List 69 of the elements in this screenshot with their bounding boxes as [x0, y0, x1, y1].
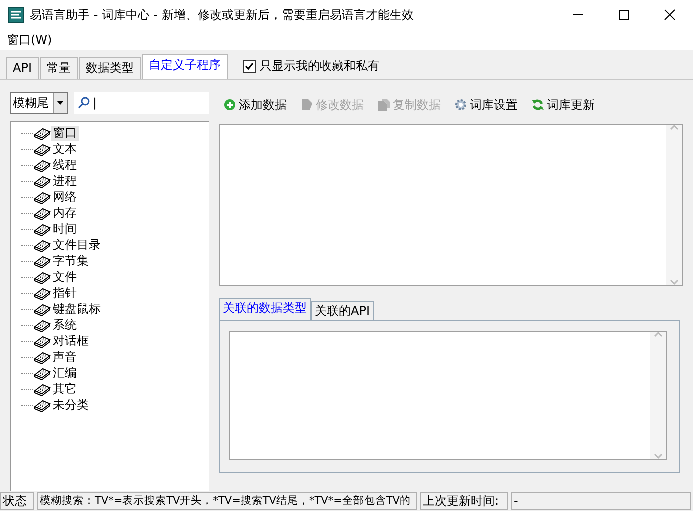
search-field[interactable]: |: [74, 92, 209, 114]
tree-item[interactable]: 线程: [51, 158, 79, 172]
tab[interactable]: 常量: [40, 57, 78, 79]
mode-dropdown[interactable]: 模糊尾: [10, 92, 68, 114]
toolbar-button[interactable]: 词库更新: [532, 96, 595, 114]
tree-item[interactable]: 文件: [51, 270, 79, 284]
toolbar-button[interactable]: 词库设置: [455, 96, 518, 114]
book-stack-icon: [33, 174, 51, 188]
tab[interactable]: 自定义子程序: [142, 54, 228, 79]
tab[interactable]: 关联的API: [311, 301, 374, 320]
refresh-icon: [532, 99, 544, 111]
tree-item[interactable]: 文件目录: [51, 238, 103, 252]
tree-item[interactable]: 时间: [51, 222, 79, 236]
checkbox-label: 只显示我的收藏和私有: [260, 58, 380, 75]
close-icon: [664, 9, 676, 21]
tree-item[interactable]: 键盘鼠标: [51, 302, 103, 316]
book-stack-icon: [33, 350, 51, 364]
tab[interactable]: 数据类型: [78, 57, 141, 79]
book-stack-icon: [33, 254, 51, 268]
book-stack-icon: [33, 334, 51, 348]
tree-item[interactable]: 对话框: [51, 334, 91, 348]
scroll-up-icon: [654, 332, 662, 337]
book-stack-icon: [33, 238, 51, 252]
scroll-down-icon: [670, 280, 678, 285]
book-stack-icon: [33, 206, 51, 220]
toolbar-button[interactable]: 添加数据: [224, 96, 287, 114]
book-stack-icon: [33, 142, 51, 156]
menu-item[interactable]: 窗口(W): [4, 31, 56, 49]
book-stack-icon: [33, 190, 51, 204]
tree-item[interactable]: 窗口: [51, 126, 79, 140]
tab[interactable]: 关联的数据类型: [219, 298, 311, 320]
tree-item[interactable]: 指针: [51, 286, 79, 300]
tree-item[interactable]: 文本: [51, 142, 79, 156]
search-icon: [78, 97, 90, 109]
book-stack-icon: [33, 398, 51, 412]
book-stack-icon: [33, 126, 51, 140]
window-title: 易语言助手 - 词库中心 - 新增、修改或更新后，需要重启易语言才能生效: [30, 7, 414, 24]
scroll-up-icon: [670, 125, 678, 130]
book-stack-icon: [33, 222, 51, 236]
status-cell: 模糊搜索：TV*=表示搜索TV开头，*TV=搜索TV结尾，*TV*=全部包含TV的: [37, 492, 417, 510]
app-icon: [8, 7, 24, 23]
tree-item[interactable]: 系统: [51, 318, 79, 332]
maximize-icon: [618, 9, 630, 21]
document-icon: [301, 99, 313, 111]
book-stack-icon: [33, 366, 51, 380]
tree-item[interactable]: 进程: [51, 174, 79, 188]
status-cell: -: [511, 492, 691, 510]
status-cell: 上次更新时间:: [420, 492, 508, 510]
book-stack-icon: [33, 382, 51, 396]
book-stack-icon: [33, 270, 51, 284]
status-cell: 状态: [0, 492, 34, 510]
tree-item[interactable]: 其它: [51, 382, 79, 396]
tab[interactable]: API: [6, 57, 39, 79]
settings-icon: [455, 99, 467, 111]
tree-item[interactable]: 声音: [51, 350, 79, 364]
copy-icon: [378, 99, 390, 111]
scroll-down-icon: [654, 454, 662, 459]
book-stack-icon: [33, 286, 51, 300]
book-stack-icon: [33, 318, 51, 332]
book-stack-icon: [33, 302, 51, 316]
tree-item[interactable]: 汇编: [51, 366, 79, 380]
tree-item[interactable]: 内存: [51, 206, 79, 220]
tree-item[interactable]: 网络: [51, 190, 79, 204]
caret-icon: [57, 101, 64, 105]
tree-item[interactable]: 未分类: [51, 398, 91, 412]
add-icon: [224, 99, 236, 111]
checkbox[interactable]: [242, 60, 256, 72]
tree-item[interactable]: 字节集: [51, 254, 91, 268]
book-stack-icon: [33, 158, 51, 172]
